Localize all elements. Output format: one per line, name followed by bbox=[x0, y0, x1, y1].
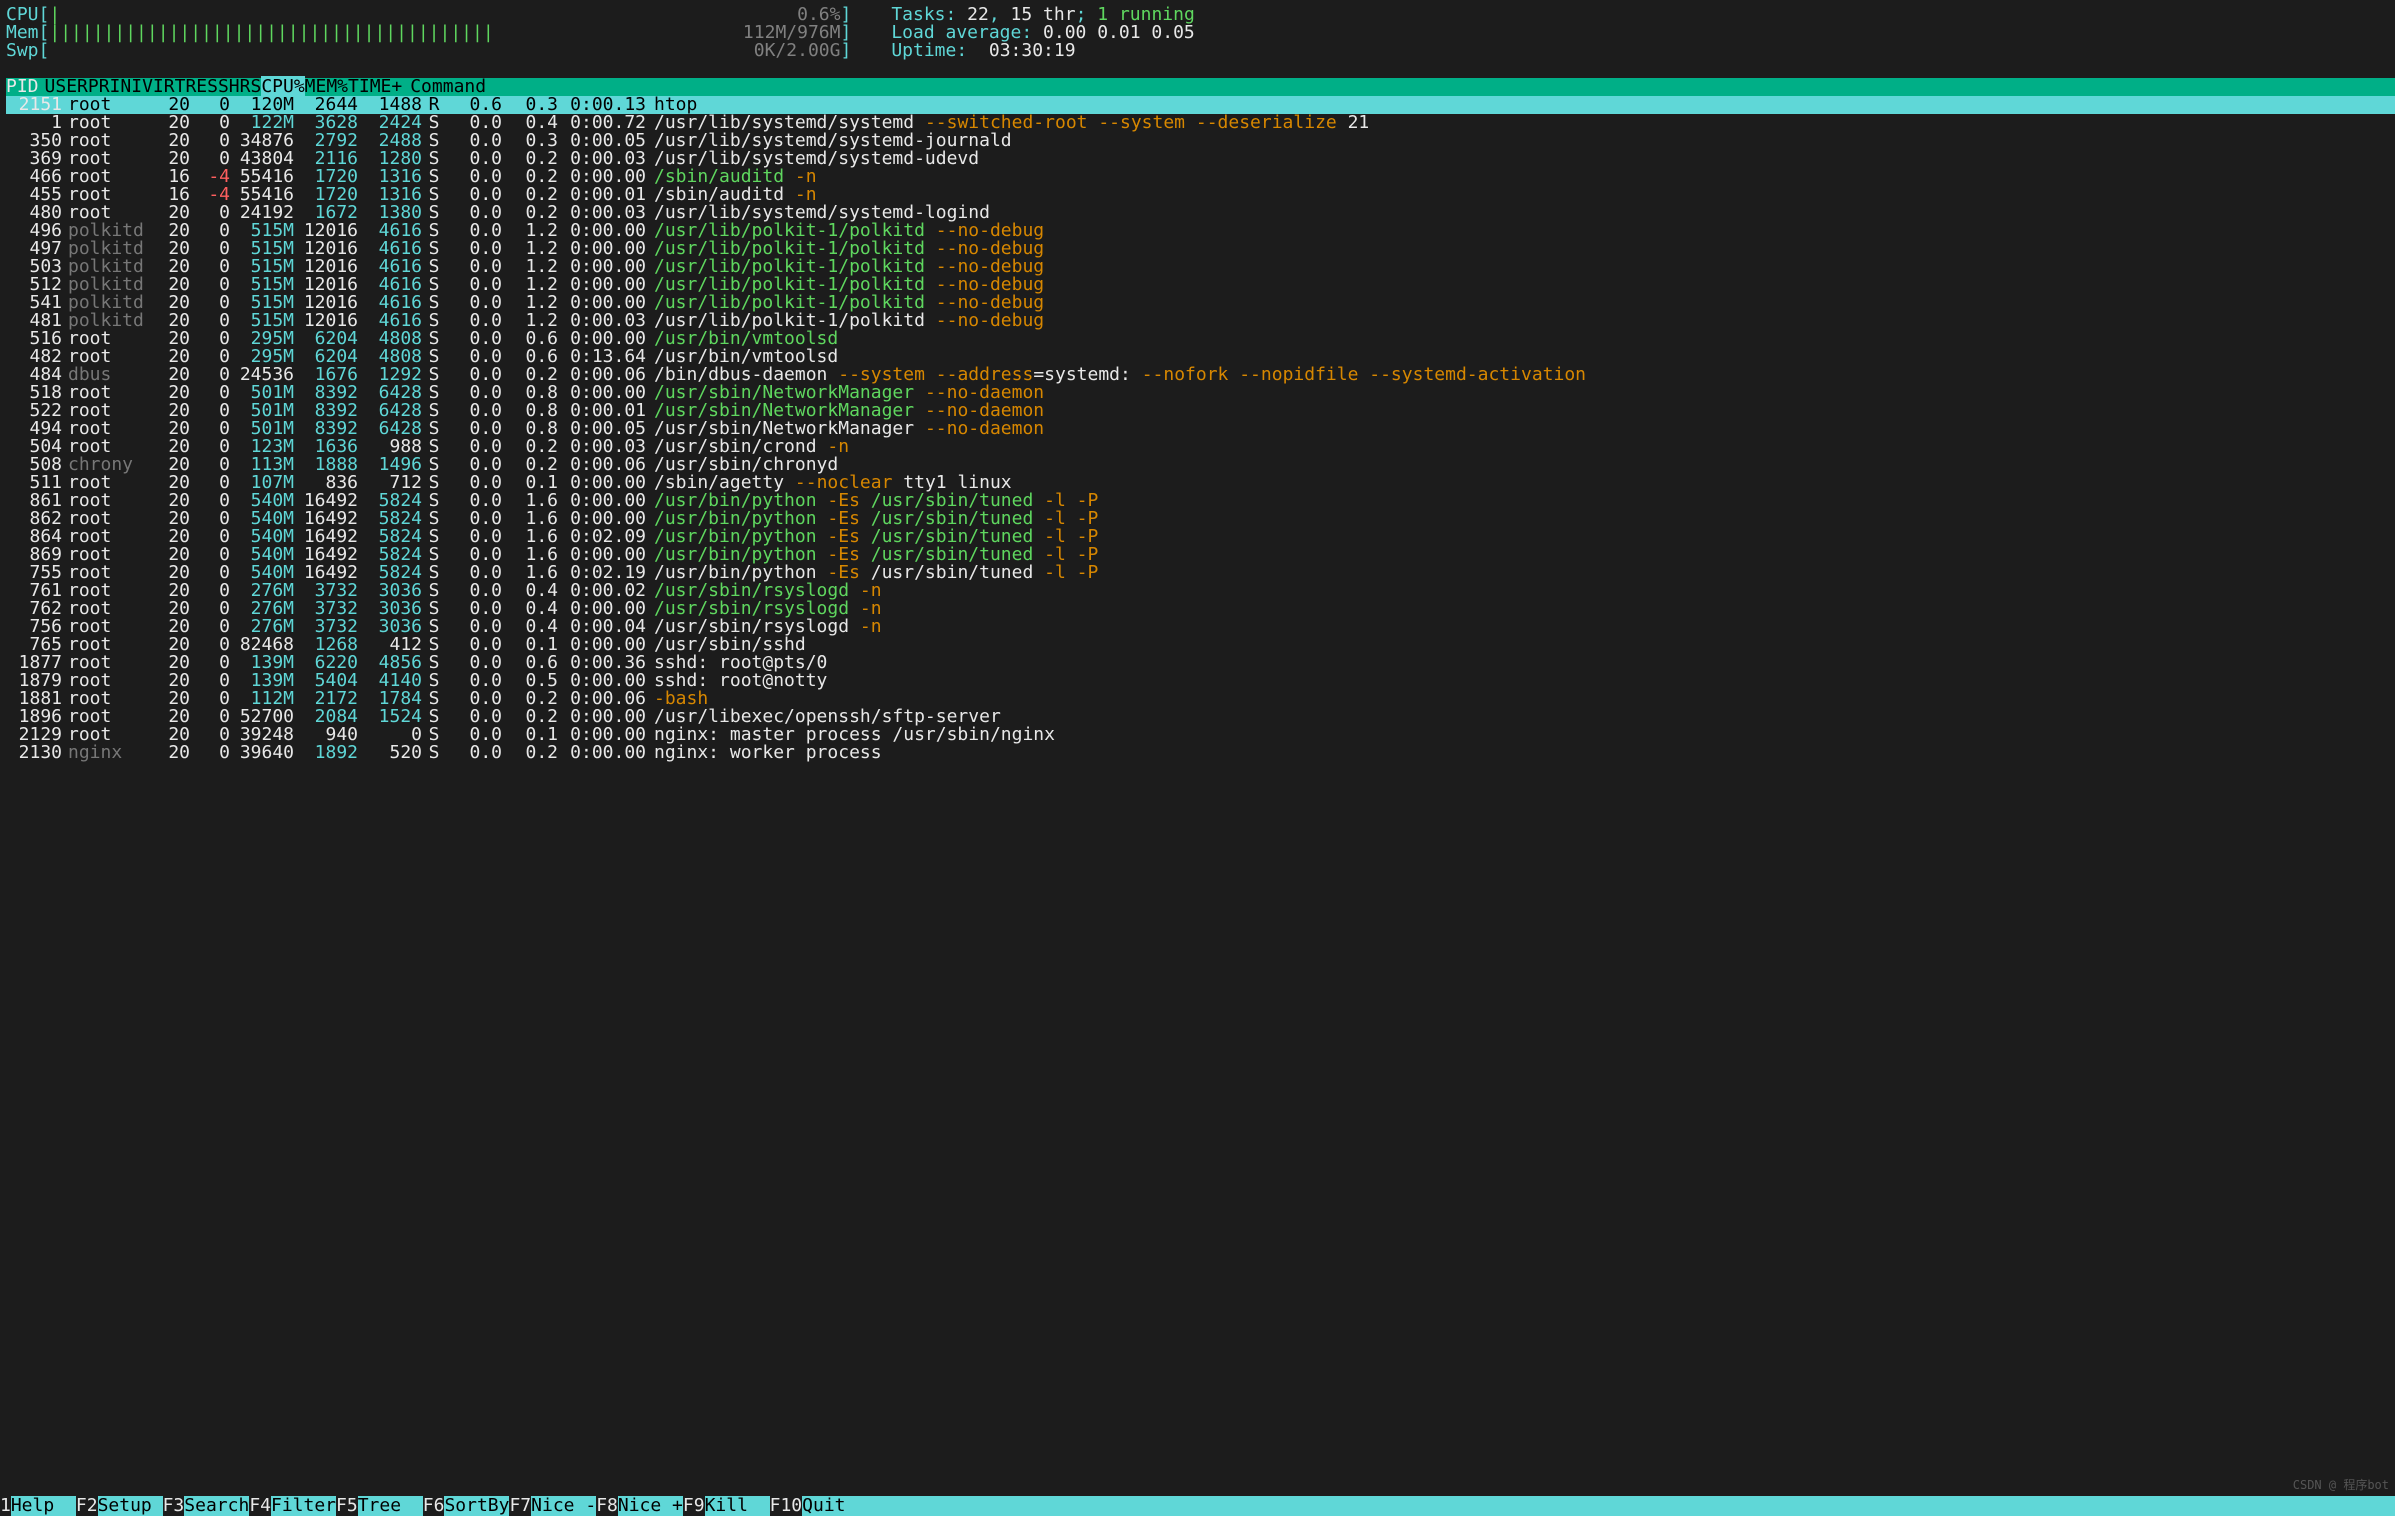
fkey-action[interactable]: Nice + bbox=[618, 1496, 683, 1516]
fkey-action[interactable]: Kill bbox=[705, 1496, 770, 1516]
cell-pid: 2130 bbox=[6, 744, 62, 762]
column-header[interactable]: PIDUSERPRINIVIRTRESSHRSCPU%MEM%TIME+Comm… bbox=[6, 78, 2395, 96]
footer-bar[interactable]: 1Help F2Setup F3SearchF4FilterF5Tree F6S… bbox=[0, 1496, 2395, 1516]
cell-cmd: /usr/lib/systemd/systemd-udevd bbox=[646, 150, 2395, 168]
process-row[interactable]: 516root200295M62044808S0.00.60:00.00/usr… bbox=[6, 330, 2395, 348]
cell-user: nginx bbox=[62, 744, 142, 762]
meters-panel: CPU[| 0.6%]Tasks: 22, 15 thr; 1 runningM… bbox=[6, 6, 2395, 78]
cell-cmd: /usr/bin/vmtoolsd bbox=[646, 330, 2395, 348]
cell-pri: 20 bbox=[142, 744, 190, 762]
fkey-action[interactable]: Tree bbox=[358, 1496, 423, 1516]
process-row[interactable]: 512polkitd200515M120164616S0.01.20:00.00… bbox=[6, 276, 2395, 294]
fkey-label: F2 bbox=[76, 1495, 98, 1516]
uptime-value: 03:30:19 bbox=[989, 42, 1076, 60]
process-row[interactable]: 484dbus2002453616761292S0.00.20:00.06/bi… bbox=[6, 366, 2395, 384]
cell-cmd: sshd: root@notty bbox=[646, 672, 2395, 690]
meter-row: Swp[ 0K/2.00G] Uptime: 03:30:19 bbox=[6, 42, 2395, 60]
process-list[interactable]: 1root200122M36282424S0.00.40:00.72/usr/l… bbox=[6, 114, 2395, 762]
cell-cmd: /usr/sbin/sshd bbox=[646, 636, 2395, 654]
process-row[interactable]: 755root200540M164925824S0.01.60:02.19/us… bbox=[6, 564, 2395, 582]
process-row[interactable]: 1896root2005270020841524S0.00.20:00.00/u… bbox=[6, 708, 2395, 726]
cell-cmd: nginx: master process /usr/sbin/nginx bbox=[646, 726, 2395, 744]
uptime-label: Uptime: bbox=[891, 42, 989, 60]
process-row[interactable]: 369root2004380421161280S0.00.20:00.03/us… bbox=[6, 150, 2395, 168]
footer-fill bbox=[846, 1496, 2395, 1516]
process-row[interactable]: 496polkitd200515M120164616S0.01.20:00.00… bbox=[6, 222, 2395, 240]
cell-s: S bbox=[422, 744, 446, 762]
cell-cmd: /usr/sbin/rsyslogd -n bbox=[646, 600, 2395, 618]
fkey-label: F4 bbox=[249, 1495, 271, 1516]
process-row[interactable]: 1877root200139M62204856S0.00.60:00.36ssh… bbox=[6, 654, 2395, 672]
process-row[interactable]: 869root200540M164925824S0.01.60:00.00/us… bbox=[6, 546, 2395, 564]
process-row[interactable]: 761root200276M37323036S0.00.40:00.02/usr… bbox=[6, 582, 2395, 600]
cell-cmd: /usr/sbin/crond -n bbox=[646, 438, 2395, 456]
process-row[interactable]: 862root200540M164925824S0.01.60:00.00/us… bbox=[6, 510, 2395, 528]
cell-cmd: nginx: worker process bbox=[646, 744, 2395, 762]
cell-cmd: /usr/sbin/rsyslogd -n bbox=[646, 582, 2395, 600]
hdr-res[interactable]: RES bbox=[185, 76, 218, 97]
fkey-action[interactable]: Help bbox=[11, 1496, 76, 1516]
process-row[interactable]: 1root200122M36282424S0.00.40:00.72/usr/l… bbox=[6, 114, 2395, 132]
process-row[interactable]: 1879root200139M54044140S0.00.50:00.00ssh… bbox=[6, 672, 2395, 690]
fkey-label: F6 bbox=[423, 1495, 445, 1516]
bracket-icon: ] bbox=[840, 42, 851, 60]
cell-mem: 0.2 bbox=[502, 744, 558, 762]
fkey-action[interactable]: Quit bbox=[802, 1496, 845, 1516]
cell-cmd: /usr/sbin/NetworkManager --no-daemon bbox=[646, 420, 2395, 438]
cell-cmd: /usr/bin/python -Es /usr/sbin/tuned -l -… bbox=[646, 564, 2395, 582]
fkey-label: F10 bbox=[770, 1495, 803, 1516]
fkey-label: F9 bbox=[683, 1495, 705, 1516]
fkey-action[interactable]: Filter bbox=[271, 1496, 336, 1516]
process-row[interactable]: 522root200501M83926428S0.00.80:00.01/usr… bbox=[6, 402, 2395, 420]
cell-virt: 39640 bbox=[230, 744, 294, 762]
process-row[interactable]: 455root16-45541617201316S0.00.20:00.01/s… bbox=[6, 186, 2395, 204]
cell-ni: 0 bbox=[190, 744, 230, 762]
fkey-label: F3 bbox=[163, 1495, 185, 1516]
fkey-label: 1 bbox=[0, 1495, 11, 1516]
process-row[interactable]: 508chrony200113M18881496S0.00.20:00.06/u… bbox=[6, 456, 2395, 474]
fkey-label: F7 bbox=[509, 1495, 531, 1516]
cell-shr: 520 bbox=[358, 744, 422, 762]
process-row[interactable]: 518root200501M83926428S0.00.80:00.00/usr… bbox=[6, 384, 2395, 402]
fkey-label: F8 bbox=[596, 1495, 618, 1516]
process-row[interactable]: 861root200540M164925824S0.01.60:00.00/us… bbox=[6, 492, 2395, 510]
cell-res: 1892 bbox=[294, 744, 358, 762]
hdr-ni[interactable]: NI bbox=[120, 76, 142, 97]
fkey-action[interactable]: SortBy bbox=[444, 1496, 509, 1516]
fkey-action[interactable]: Nice - bbox=[531, 1496, 596, 1516]
fkey-label: F5 bbox=[336, 1495, 358, 1516]
process-row[interactable]: 466root16-45541617201316S0.00.20:00.00/s… bbox=[6, 168, 2395, 186]
bracket-icon: [ bbox=[39, 42, 50, 60]
cell-cmd: sshd: root@pts/0 bbox=[646, 654, 2395, 672]
cell-cpu: 0.0 bbox=[446, 744, 502, 762]
process-row[interactable]: 864root200540M164925824S0.01.60:02.09/us… bbox=[6, 528, 2395, 546]
cell-cmd: /sbin/auditd -n bbox=[646, 168, 2395, 186]
cell-cmd: /usr/lib/polkit-1/polkitd --no-debug bbox=[646, 312, 2395, 330]
process-row[interactable]: 481polkitd200515M120164616S0.01.20:00.03… bbox=[6, 312, 2395, 330]
process-row[interactable]: 762root200276M37323036S0.00.40:00.00/usr… bbox=[6, 600, 2395, 618]
process-row[interactable]: 504root200123M1636988S0.00.20:00.03/usr/… bbox=[6, 438, 2395, 456]
process-row[interactable]: 350root2003487627922488S0.00.30:00.05/us… bbox=[6, 132, 2395, 150]
cell-cmd: /usr/sbin/rsyslogd -n bbox=[646, 618, 2395, 636]
meter-value: 0K/2.00G bbox=[49, 42, 840, 60]
process-row[interactable]: 2129root200392489400S0.00.10:00.00nginx:… bbox=[6, 726, 2395, 744]
fkey-action[interactable]: Setup bbox=[98, 1496, 163, 1516]
fkey-action[interactable]: Search bbox=[184, 1496, 249, 1516]
process-row[interactable]: 541polkitd200515M120164616S0.01.20:00.00… bbox=[6, 294, 2395, 312]
process-row[interactable]: 756root200276M37323036S0.00.40:00.04/usr… bbox=[6, 618, 2395, 636]
cell-time: 0:00.00 bbox=[558, 744, 646, 762]
process-row[interactable]: 494root200501M83926428S0.00.80:00.05/usr… bbox=[6, 420, 2395, 438]
process-row[interactable]: 1881root200112M21721784S0.00.20:00.06-ba… bbox=[6, 690, 2395, 708]
process-row[interactable]: 511root200107M836712S0.00.10:00.00/sbin/… bbox=[6, 474, 2395, 492]
watermark: CSDN @ 程序bot bbox=[2293, 1476, 2389, 1494]
process-row[interactable]: 503polkitd200515M120164616S0.01.20:00.00… bbox=[6, 258, 2395, 276]
htop-screen: { "meters": { "cpu": { "label":"CPU", "b… bbox=[0, 0, 2395, 1516]
process-row[interactable]: 2130nginx200396401892520S0.00.20:00.00ng… bbox=[6, 744, 2395, 762]
process-row[interactable]: 480root2002419216721380S0.00.20:00.03/us… bbox=[6, 204, 2395, 222]
process-row[interactable]: 497polkitd200515M120164616S0.01.20:00.00… bbox=[6, 240, 2395, 258]
meter-label: Swp bbox=[6, 42, 39, 60]
process-row[interactable]: 765root200824681268412S0.00.10:00.00/usr… bbox=[6, 636, 2395, 654]
